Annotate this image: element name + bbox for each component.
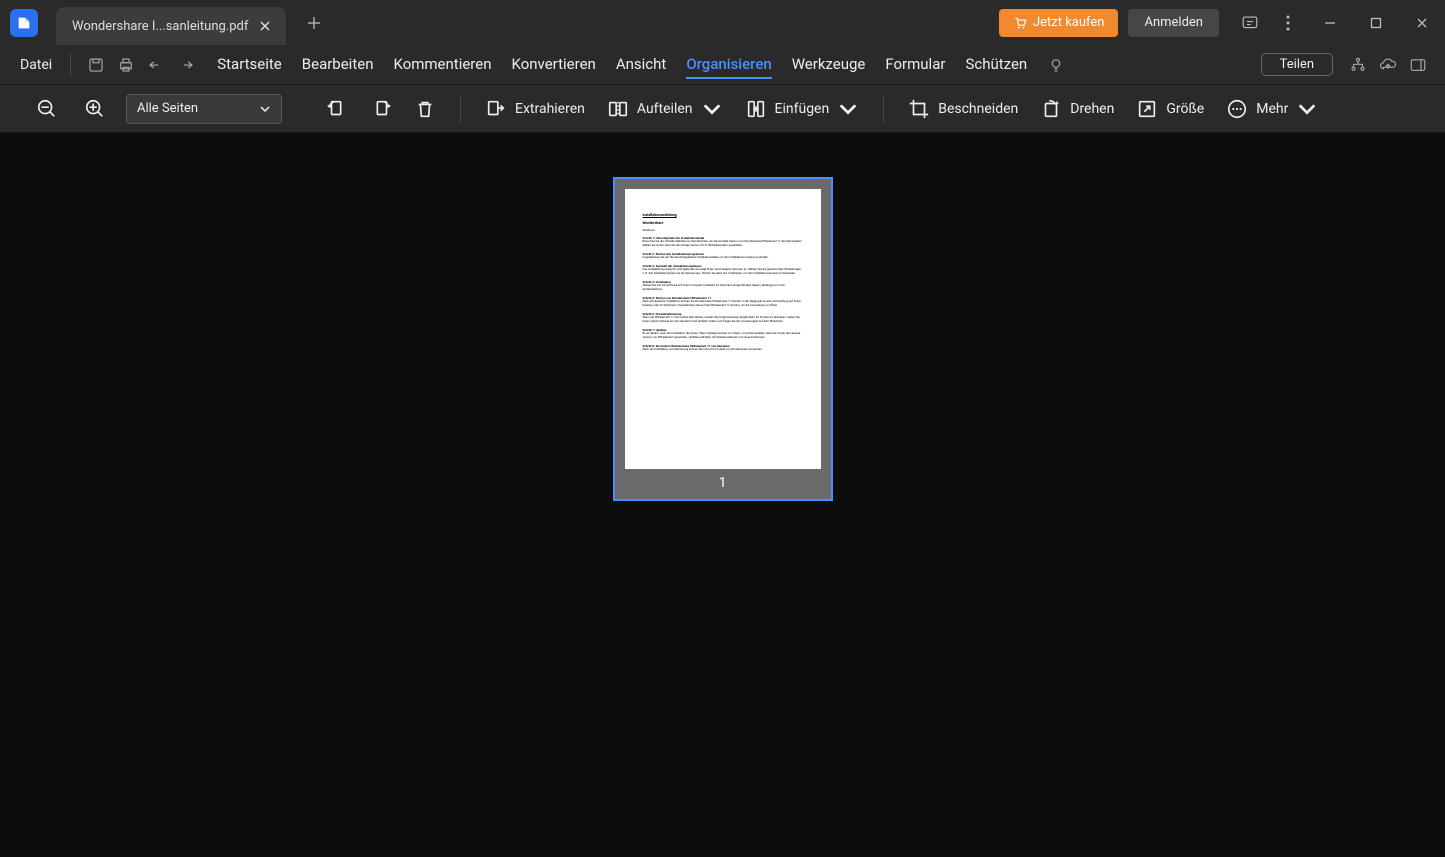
maximize-button[interactable]: [1353, 0, 1399, 45]
titlebar: Wondershare I...sanleitung.pdf Jetzt kau…: [0, 0, 1445, 45]
crop-button[interactable]: Beschneiden: [904, 92, 1022, 126]
size-button[interactable]: Größe: [1132, 92, 1208, 126]
size-label: Größe: [1166, 101, 1204, 117]
close-window-button[interactable]: [1399, 0, 1445, 45]
minimize-button[interactable]: [1307, 0, 1353, 45]
buy-now-label: Jetzt kaufen: [1033, 15, 1105, 30]
tab-ansicht[interactable]: Ansicht: [616, 51, 666, 79]
page-canvas: Installationsanleitung Wondershare Windo…: [0, 133, 1445, 857]
zoom-in-button[interactable]: [78, 92, 112, 126]
page-number-label: 1: [625, 469, 821, 495]
extract-label: Extrahieren: [515, 101, 585, 117]
tab-bearbeiten[interactable]: Bearbeiten: [302, 51, 374, 79]
panel-icon[interactable]: [1403, 50, 1433, 80]
chat-icon[interactable]: [1231, 0, 1269, 45]
chevron-down-icon: [701, 98, 723, 120]
login-label: Anmelden: [1144, 15, 1203, 30]
app-logo: [10, 9, 38, 37]
menubar: Datei Startseite Bearbeiten Kommentieren…: [0, 45, 1445, 85]
page-select-label: Alle Seiten: [137, 101, 198, 116]
redo-icon[interactable]: [171, 50, 201, 80]
kebab-menu-icon[interactable]: [1269, 0, 1307, 45]
crop-label: Beschneiden: [938, 101, 1018, 117]
close-tab-icon[interactable]: [256, 17, 274, 35]
delete-page-button[interactable]: [410, 92, 440, 126]
extract-button[interactable]: Extrahieren: [481, 92, 589, 126]
split-label: Aufteilen: [637, 101, 693, 117]
print-icon[interactable]: [111, 50, 141, 80]
tab-formular[interactable]: Formular: [885, 51, 945, 79]
sitemap-icon[interactable]: [1343, 50, 1373, 80]
cloud-upload-icon[interactable]: [1373, 50, 1403, 80]
save-icon[interactable]: [81, 50, 111, 80]
tab-werkzeuge[interactable]: Werkzeuge: [792, 51, 866, 79]
more-label: Mehr: [1256, 101, 1288, 117]
tab-organisieren[interactable]: Organisieren: [686, 51, 771, 79]
page-content: Installationsanleitung Wondershare Windo…: [625, 189, 821, 469]
chevron-down-icon: [837, 98, 859, 120]
tab-startseite[interactable]: Startseite: [217, 51, 282, 79]
rotate-right-button[interactable]: [366, 92, 396, 126]
rotate-button[interactable]: Drehen: [1036, 92, 1118, 126]
page-select-dropdown[interactable]: Alle Seiten: [126, 94, 282, 124]
chevron-down-icon: [259, 103, 271, 115]
undo-icon[interactable]: [141, 50, 171, 80]
file-menu[interactable]: Datei: [12, 53, 60, 77]
page-thumbnail[interactable]: Installationsanleitung Wondershare Windo…: [613, 177, 833, 501]
buy-now-button[interactable]: Jetzt kaufen: [999, 9, 1119, 37]
chevron-down-icon: [1296, 98, 1318, 120]
rotate-label: Drehen: [1070, 101, 1114, 117]
cart-icon: [1013, 16, 1027, 30]
lightbulb-icon[interactable]: [1041, 50, 1071, 80]
share-button[interactable]: Teilen: [1261, 53, 1333, 76]
document-tab-title: Wondershare I...sanleitung.pdf: [72, 19, 248, 34]
rotate-left-button[interactable]: [322, 92, 352, 126]
new-tab-button[interactable]: [294, 4, 334, 42]
insert-label: Einfügen: [775, 101, 830, 117]
main-nav-tabs: Startseite Bearbeiten Kommentieren Konve…: [217, 51, 1027, 79]
more-button[interactable]: Mehr: [1222, 92, 1322, 126]
tab-schuetzen[interactable]: Schützen: [965, 51, 1027, 79]
insert-button[interactable]: Einfügen: [741, 92, 864, 126]
tab-kommentieren[interactable]: Kommentieren: [393, 51, 491, 79]
login-button[interactable]: Anmelden: [1128, 9, 1219, 37]
organize-toolbar: Alle Seiten Extrahieren Aufteilen Einfüg…: [0, 85, 1445, 133]
tab-konvertieren[interactable]: Konvertieren: [512, 51, 596, 79]
document-tab[interactable]: Wondershare I...sanleitung.pdf: [56, 7, 286, 45]
split-button[interactable]: Aufteilen: [603, 92, 727, 126]
zoom-out-button[interactable]: [30, 92, 64, 126]
